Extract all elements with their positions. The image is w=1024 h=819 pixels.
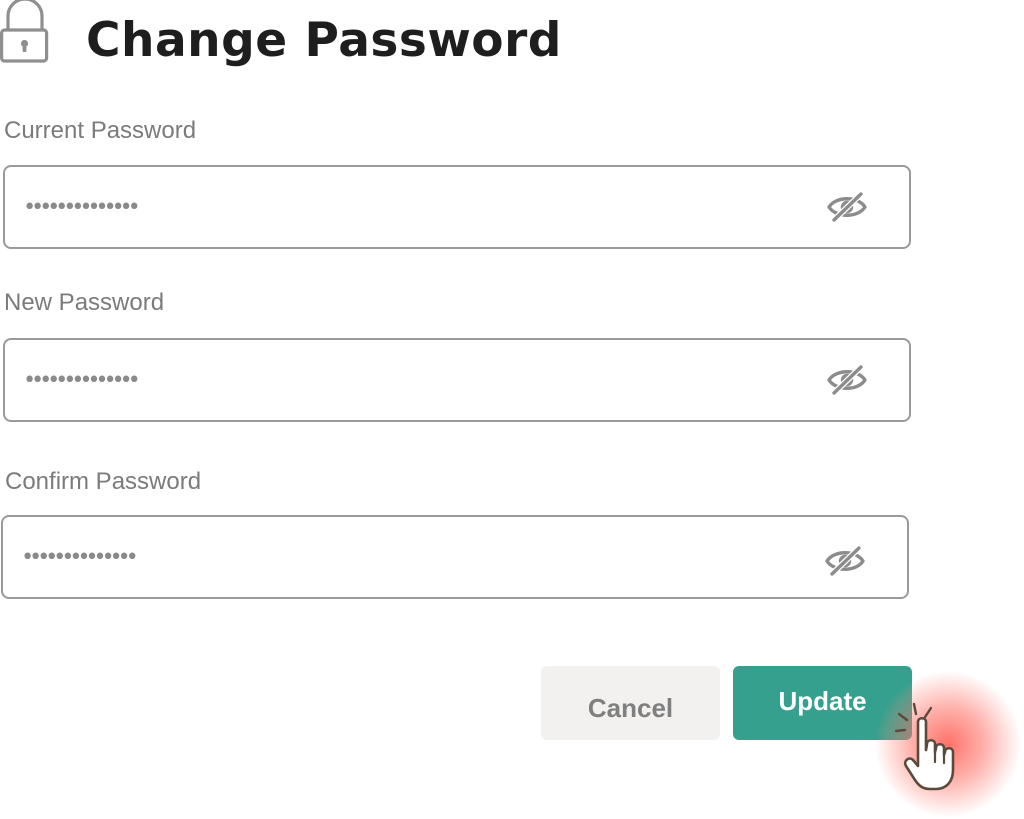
confirm-password-value[interactable]: •••••••••••••• [21,543,139,573]
confirm-password-label: Confirm Password [5,468,202,495]
eye-slash-icon[interactable] [827,364,867,396]
page-header: Change Password [0,0,700,80]
confirm-password-field[interactable]: •••••••••••••• [1,515,909,599]
current-password-field[interactable]: •••••••••••••• [3,165,911,249]
update-button[interactable]: Update [733,666,912,740]
lock-icon [0,0,49,63]
current-password-value[interactable]: •••••••••••••• [23,193,141,223]
page-title: Change Password [86,13,562,68]
new-password-field[interactable]: •••••••••••••• [3,338,911,422]
new-password-label: New Password [4,289,165,316]
eye-slash-icon[interactable] [827,191,867,223]
new-password-value[interactable]: •••••••••••••• [23,366,141,396]
cancel-button[interactable]: Cancel [541,666,720,740]
current-password-label: Current Password [4,117,197,144]
eye-slash-icon[interactable] [825,545,865,577]
